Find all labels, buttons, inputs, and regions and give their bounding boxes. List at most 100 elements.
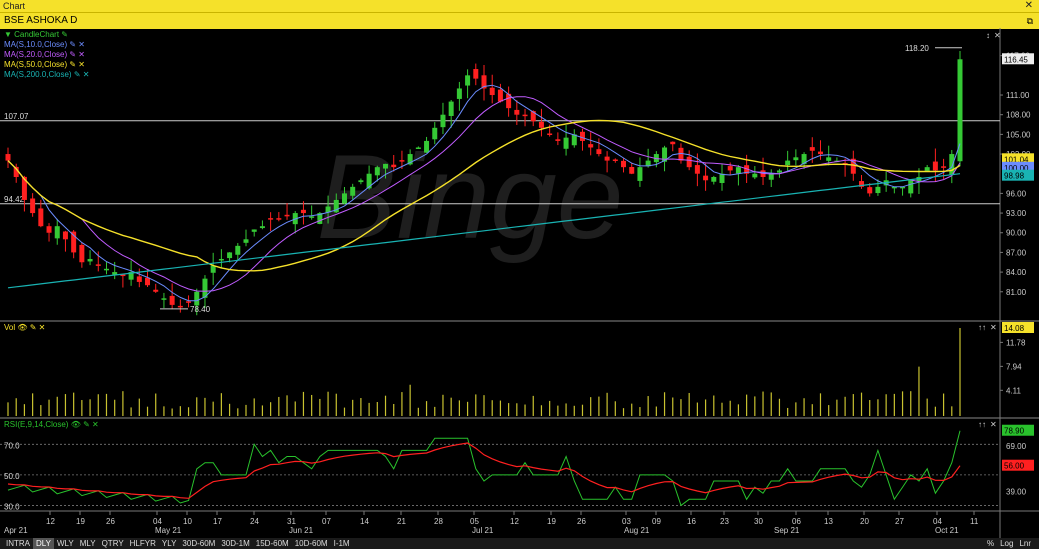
candle[interactable] — [415, 147, 421, 149]
close-icon[interactable]: ✕ — [1025, 0, 1033, 12]
candle[interactable] — [103, 268, 109, 271]
scale-percent[interactable]: % — [984, 538, 997, 549]
candle[interactable] — [793, 157, 799, 161]
candle[interactable] — [867, 187, 873, 194]
candle[interactable] — [538, 121, 544, 128]
candle[interactable] — [473, 69, 479, 79]
candle[interactable] — [735, 167, 741, 174]
volume-legend[interactable]: Vol 👁 ✎ ✕ — [4, 323, 45, 333]
candle[interactable] — [809, 147, 815, 151]
candle[interactable] — [489, 87, 495, 96]
chart-area[interactable]: Binge107.0794.42118.2078.40117.00111.001… — [0, 28, 1039, 538]
candle[interactable] — [497, 89, 503, 102]
candle[interactable] — [169, 295, 175, 305]
legend-ma10[interactable]: MA(S,10.0,Close) ✎ ✕ — [4, 40, 89, 50]
scale-log[interactable]: Log — [997, 538, 1016, 549]
candle[interactable] — [547, 133, 553, 135]
candle[interactable] — [153, 289, 159, 292]
candle[interactable] — [136, 276, 142, 282]
candle[interactable] — [514, 109, 520, 115]
candle[interactable] — [284, 214, 290, 217]
candle[interactable] — [563, 137, 569, 149]
candle[interactable] — [300, 209, 306, 214]
candle[interactable] — [62, 231, 68, 240]
candle[interactable] — [604, 156, 610, 161]
candle[interactable] — [112, 272, 118, 275]
candle[interactable] — [727, 166, 733, 171]
candle[interactable] — [341, 193, 347, 204]
candle[interactable] — [768, 173, 774, 180]
candle[interactable] — [383, 163, 389, 169]
candle[interactable] — [177, 305, 183, 308]
timeframe-yly[interactable]: YLY — [159, 538, 180, 549]
candle[interactable] — [268, 218, 274, 220]
candle[interactable] — [941, 166, 947, 168]
candle[interactable] — [686, 156, 692, 168]
candle[interactable] — [95, 264, 101, 266]
candle[interactable] — [432, 127, 438, 140]
rsi-legend[interactable]: RSI(E,9,14,Close) 👁 ✎ ✕ — [4, 420, 99, 430]
timeframe-intra[interactable]: INTRA — [3, 538, 33, 549]
candle[interactable] — [456, 88, 462, 99]
candle[interactable] — [424, 140, 430, 153]
candle[interactable] — [276, 218, 282, 220]
candle[interactable] — [30, 198, 36, 214]
timeframe-hlfyr[interactable]: HLFYR — [127, 538, 159, 549]
candle[interactable] — [522, 114, 528, 117]
timeframe-30d-60m[interactable]: 30D-60M — [179, 538, 218, 549]
legend-candlechart[interactable]: ▼ CandleChart ✎ — [4, 30, 89, 40]
candle[interactable] — [957, 59, 963, 162]
candle[interactable] — [218, 258, 224, 261]
candle[interactable] — [186, 301, 192, 303]
candle[interactable] — [826, 157, 832, 161]
legend-ma20[interactable]: MA(S,20.0,Close) ✎ ✕ — [4, 50, 89, 60]
candle[interactable] — [670, 141, 676, 145]
candle[interactable] — [243, 239, 249, 243]
candle[interactable] — [785, 160, 791, 166]
candle[interactable] — [776, 170, 782, 173]
candle[interactable] — [949, 154, 955, 176]
candle[interactable] — [621, 160, 627, 168]
timeframe-qtry[interactable]: QTRY — [99, 538, 127, 549]
timeframe-mly[interactable]: MLY — [77, 538, 99, 549]
candle[interactable] — [817, 151, 823, 155]
candle[interactable] — [612, 159, 618, 161]
candle[interactable] — [358, 180, 364, 183]
candle[interactable] — [875, 186, 881, 194]
timeframe-wly[interactable]: WLY — [54, 538, 77, 549]
candle[interactable] — [711, 177, 717, 182]
candle[interactable] — [465, 75, 471, 86]
candle[interactable] — [678, 147, 684, 161]
candle[interactable] — [5, 154, 11, 161]
timeframe-10d-60m[interactable]: 10D-60M — [292, 538, 331, 549]
candle[interactable] — [924, 167, 930, 171]
timeframe-i-1m[interactable]: I-1M — [331, 538, 353, 549]
candle[interactable] — [350, 186, 356, 196]
candle[interactable] — [194, 291, 200, 306]
legend-ma50[interactable]: MA(S,50.0,Close) ✎ ✕ — [4, 60, 89, 70]
candle[interactable] — [703, 175, 709, 181]
candle[interactable] — [54, 226, 60, 239]
timeframe-15d-60m[interactable]: 15D-60M — [253, 538, 292, 549]
candle[interactable] — [637, 167, 643, 181]
candle[interactable] — [596, 149, 602, 155]
candle[interactable] — [908, 180, 914, 194]
candle[interactable] — [145, 277, 151, 286]
candle[interactable] — [38, 208, 44, 227]
candle[interactable] — [440, 114, 446, 128]
candle[interactable] — [79, 244, 85, 263]
candle[interactable] — [374, 167, 380, 176]
candle[interactable] — [448, 101, 454, 116]
candle[interactable] — [87, 258, 93, 262]
candle[interactable] — [719, 173, 725, 184]
timeframe-30d-1m[interactable]: 30D-1M — [218, 538, 252, 549]
candle[interactable] — [46, 226, 52, 233]
scale-lnr[interactable]: Lnr — [1016, 538, 1034, 549]
candle[interactable] — [161, 298, 167, 300]
candle[interactable] — [391, 164, 397, 168]
candle[interactable] — [932, 161, 938, 171]
candle[interactable] — [694, 165, 700, 174]
candle[interactable] — [309, 216, 315, 218]
candle[interactable] — [588, 144, 594, 148]
candle[interactable] — [259, 226, 265, 229]
